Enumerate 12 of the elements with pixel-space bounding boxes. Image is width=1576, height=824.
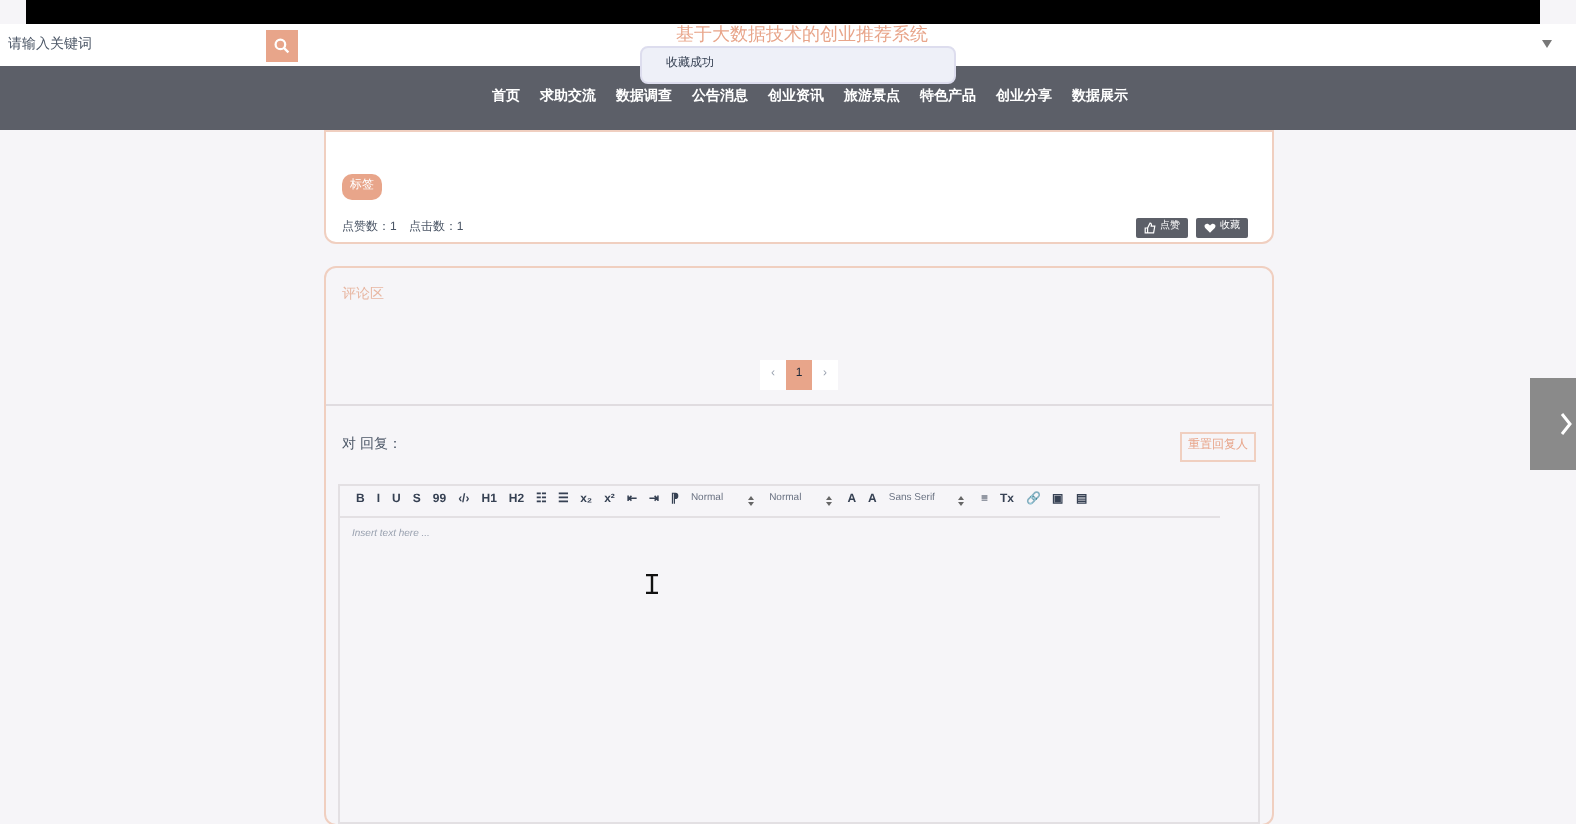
chevron-icon — [1560, 412, 1572, 436]
search-icon — [274, 37, 290, 53]
dropdown-arrows-icon — [747, 495, 754, 505]
thumb-up-icon — [1144, 222, 1156, 234]
heart-icon — [1204, 222, 1216, 234]
caret-icon — [1542, 40, 1552, 48]
search-button[interactable] — [266, 29, 298, 61]
dropdown-arrows-icon — [958, 495, 965, 505]
text-cursor-icon — [646, 574, 658, 594]
dropdown-arrows-icon — [825, 495, 832, 505]
site-title: 基于大数据技术的创业推荐系统 — [676, 26, 928, 44]
side-tab-button[interactable] — [1530, 378, 1576, 470]
